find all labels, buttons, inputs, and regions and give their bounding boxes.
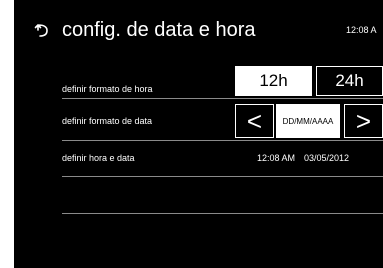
back-arrow-icon[interactable] [34, 22, 50, 38]
row-divider [62, 213, 383, 214]
time-format-12h-button[interactable]: 12h [235, 66, 312, 96]
date-time-label[interactable]: definir hora e data [62, 153, 135, 163]
date-format-label: definir formato de data [62, 116, 153, 126]
page-title: config. de data e hora [62, 19, 256, 41]
settings-screen: config. de data e hora 12:08 A definir f… [14, 0, 383, 268]
current-time-value: 12:08 AM [257, 153, 296, 163]
date-format-value: DD/MM/AAAA [276, 104, 340, 138]
time-format-24h-button[interactable]: 24h [316, 66, 383, 96]
date-format-prev-button[interactable]: < [235, 104, 274, 138]
time-format-label: definir formato de hora [62, 84, 153, 94]
date-format-next-button[interactable]: > [344, 104, 383, 138]
row-divider [62, 176, 383, 177]
row-divider [62, 140, 383, 141]
row-divider [62, 98, 383, 99]
current-date-value: 03/05/2012 [304, 153, 350, 163]
status-clock: 12:08 A [346, 25, 377, 35]
